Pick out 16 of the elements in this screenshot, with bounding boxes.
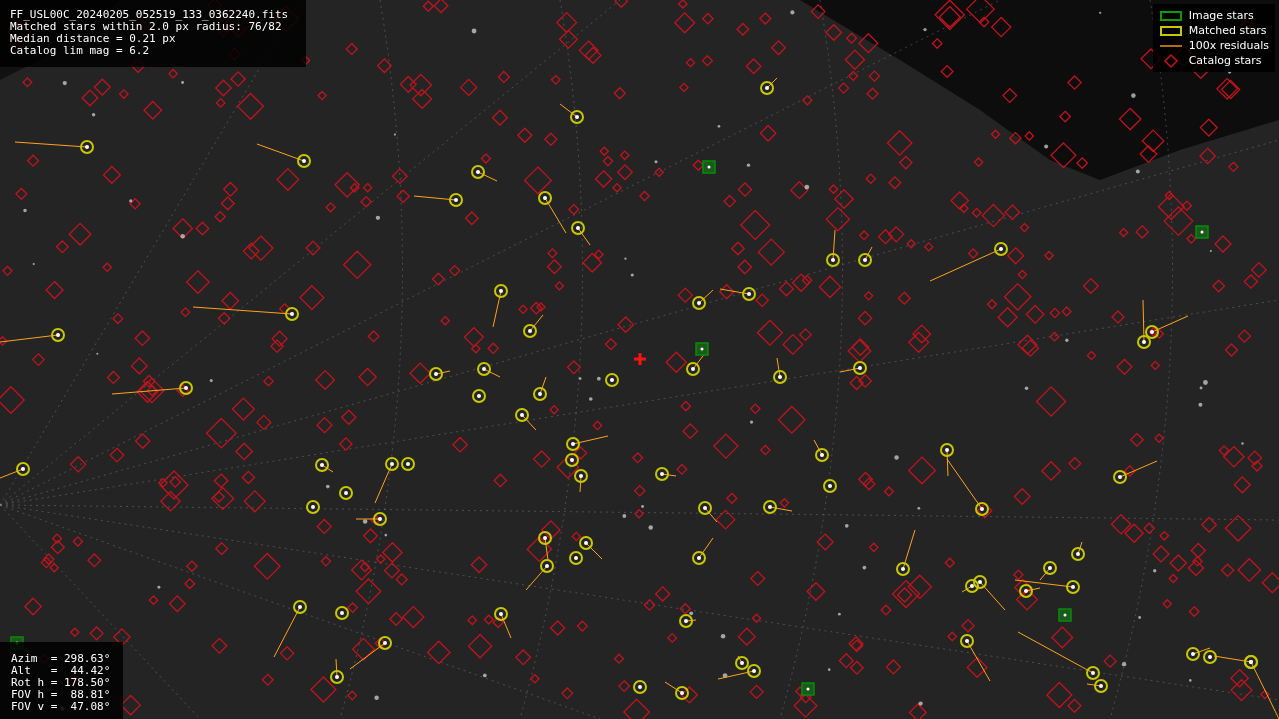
info-text: Alt = 44.42° — [11, 665, 112, 677]
info-text: Catalog lim mag = 6.2 — [10, 45, 151, 57]
info-text: Rot h = 178.50° — [11, 677, 112, 689]
legend-label: Matched stars — [1188, 23, 1267, 38]
legend-label: Catalog stars — [1188, 53, 1262, 68]
rectangle-icon — [1158, 8, 1183, 23]
line-icon — [1159, 44, 1182, 47]
rectangle-icon — [1158, 23, 1183, 38]
info-text: FF_USL00C_20240205_052519_133_0362240.fits — [10, 9, 290, 21]
legend-label: Image stars — [1188, 8, 1254, 23]
info-text: FOV v = 47.08° — [11, 701, 112, 713]
info-text: FOV h = 88.81° — [11, 689, 112, 701]
info-text: Azim = 298.63° — [11, 653, 112, 665]
info-text: Median distance = 0.21 px — [10, 33, 177, 45]
info-text: Matched stars within 2.0 px radius: 76/82 — [10, 21, 282, 33]
legend-label: 100x residuals — [1188, 38, 1269, 53]
